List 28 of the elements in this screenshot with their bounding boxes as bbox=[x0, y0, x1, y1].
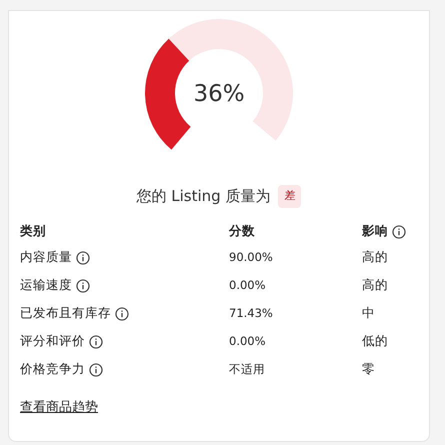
column-header: 类别 bbox=[20, 222, 46, 240]
category-cell-text: 评分和评价 bbox=[20, 332, 85, 350]
gauge-reading: 36% bbox=[192, 80, 246, 109]
quality-badge: 差 bbox=[278, 185, 302, 208]
info-icon[interactable] bbox=[89, 362, 103, 376]
category-cell-text: 内容质量 bbox=[20, 248, 72, 266]
category-cell-text: 已发布且有库存 bbox=[20, 304, 111, 322]
column-header: 分数 bbox=[229, 222, 255, 240]
category-cell-text: 运输速度 bbox=[20, 276, 72, 294]
impact-cell-text: 低的 bbox=[362, 332, 389, 350]
info-icon[interactable] bbox=[76, 278, 90, 292]
score-cell-text: 71.43% bbox=[229, 304, 274, 322]
info-icon[interactable] bbox=[89, 334, 103, 348]
score-cell-text: 不适用 bbox=[229, 360, 266, 378]
score-cell-text: 0.00% bbox=[229, 276, 267, 294]
info-icon[interactable] bbox=[392, 224, 406, 238]
impact-cell-text: 中 bbox=[362, 304, 376, 322]
quality-label: 您的 Listing 质量为 bbox=[136, 186, 270, 207]
column-header: 影响 bbox=[362, 222, 388, 240]
impact-cell-text: 高的 bbox=[362, 248, 389, 266]
score-cell-text: 90.00% bbox=[229, 248, 274, 266]
category-cell-text: 价格竞争力 bbox=[20, 360, 85, 378]
impact-cell-text: 高的 bbox=[362, 276, 389, 294]
info-icon[interactable] bbox=[76, 250, 90, 264]
product-trends-link[interactable]: 查看商品趋势 bbox=[20, 398, 98, 417]
impact-cell-text: 零 bbox=[362, 360, 376, 378]
info-icon[interactable] bbox=[115, 306, 129, 320]
score-cell-text: 0.00% bbox=[229, 332, 267, 350]
